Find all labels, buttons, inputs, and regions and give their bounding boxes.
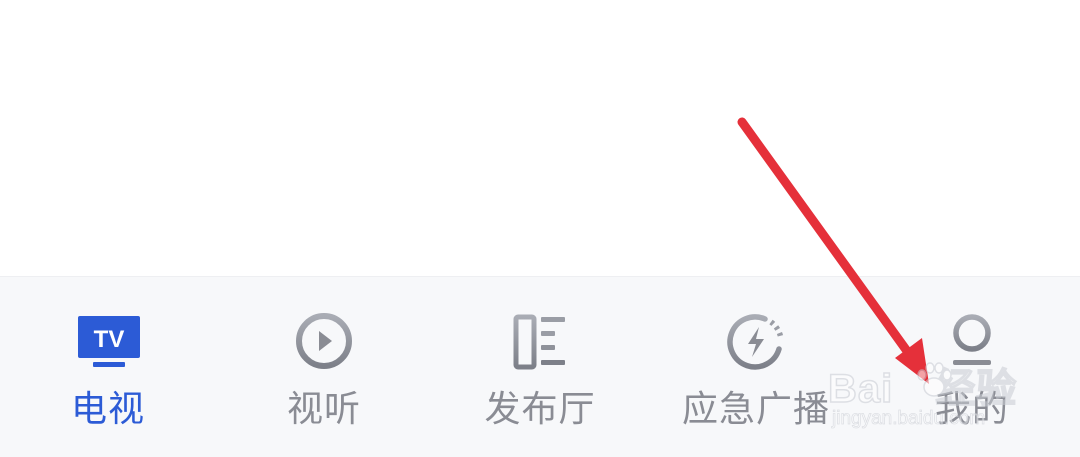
tab-tv[interactable]: TV 电视 (0, 277, 216, 457)
svg-text:TV: TV (94, 326, 125, 353)
list-layout-icon (505, 311, 575, 375)
tab-emergency-broadcast[interactable]: 应急广播 (648, 277, 864, 457)
content-area (0, 0, 1080, 276)
tv-icon: TV (73, 311, 143, 375)
user-profile-icon (937, 311, 1007, 375)
emergency-broadcast-icon (721, 311, 791, 375)
tab-label: 视听 (286, 389, 361, 430)
bottom-tab-bar: TV 电视 视听 发布厅 应急广播 我的 (0, 276, 1080, 457)
tab-audio-video[interactable]: 视听 (216, 277, 432, 457)
tab-label: 发布厅 (484, 389, 596, 430)
tab-profile[interactable]: 我的 (864, 277, 1080, 457)
app-screen: TV 电视 视听 发布厅 应急广播 我的 Bai 经验 jingyan.baid… (0, 0, 1080, 457)
play-circle-icon (289, 311, 359, 375)
tab-label: 电视 (70, 389, 145, 430)
tab-release-hall[interactable]: 发布厅 (432, 277, 648, 457)
tab-label: 我的 (934, 389, 1009, 430)
tab-label: 应急广播 (681, 389, 830, 430)
